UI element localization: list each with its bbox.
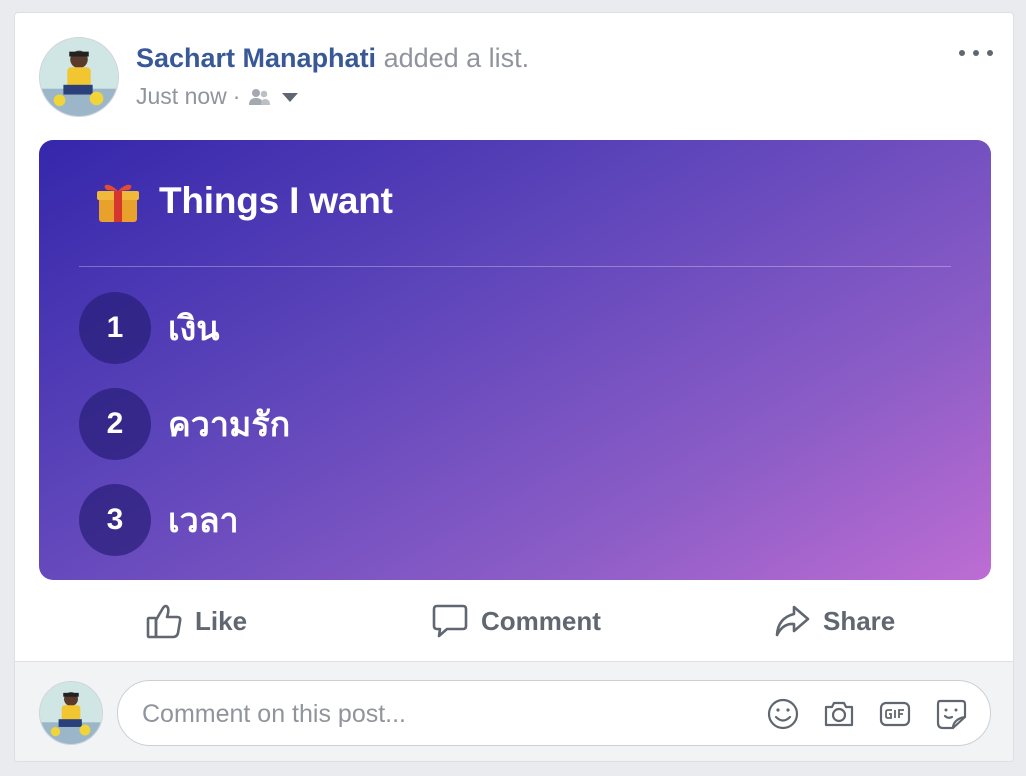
list-item-text: ความรัก: [168, 405, 291, 445]
list-item-number: 3: [79, 484, 151, 556]
thumbs-up-icon: [146, 604, 182, 639]
comment-composer: [15, 661, 1013, 761]
commenter-avatar[interactable]: [39, 681, 103, 745]
emoji-icon[interactable]: [766, 697, 800, 731]
post-actions: Like Comment Share: [15, 590, 1013, 660]
comment-input[interactable]: [140, 681, 704, 747]
list-item-text: เงิน: [168, 309, 220, 349]
author-name[interactable]: Sachart Manaphati: [136, 43, 376, 73]
comment-bubble-icon: [432, 604, 468, 638]
list-item: 1 เงิน: [79, 292, 290, 364]
gift-icon: [95, 178, 141, 224]
list-title: Things I want: [95, 178, 393, 224]
list-item-number: 2: [79, 388, 151, 460]
list-item: 3 เวลา: [79, 484, 290, 556]
list-item: 2 ความรัก: [79, 388, 290, 460]
list-item-text: เวลา: [168, 501, 239, 541]
composer-icons: [744, 697, 968, 731]
list-title-text: Things I want: [159, 180, 393, 221]
like-label: Like: [195, 605, 248, 636]
post-header: Sachart Manaphati added a list.: [136, 43, 529, 74]
gif-icon[interactable]: [878, 697, 912, 731]
post-meta: Just now ·: [136, 83, 300, 110]
list-item-number: 1: [79, 292, 151, 364]
list-card: Things I want 1 เงิน 2 ความรัก 3 เวลา: [39, 140, 991, 580]
author-avatar[interactable]: [39, 37, 119, 117]
comment-label: Comment: [481, 605, 601, 636]
chevron-down-icon: [282, 92, 299, 102]
more-options-icon[interactable]: [959, 41, 993, 65]
audience-selector[interactable]: [248, 87, 300, 107]
camera-icon[interactable]: [822, 697, 856, 731]
list-items: 1 เงิน 2 ความรัก 3 เวลา: [79, 292, 290, 580]
share-arrow-icon: [775, 605, 810, 637]
post-card: Sachart Manaphati added a list. Just now…: [14, 12, 1014, 762]
meta-separator: ·: [232, 83, 241, 109]
share-button[interactable]: Share: [773, 590, 895, 652]
like-button[interactable]: Like: [145, 590, 247, 652]
share-label: Share: [823, 605, 896, 636]
timestamp[interactable]: Just now: [136, 83, 227, 110]
post-action-text: added a list.: [383, 43, 530, 73]
comment-button[interactable]: Comment: [431, 590, 601, 652]
sticker-icon[interactable]: [934, 697, 968, 731]
friends-icon: [249, 88, 271, 105]
comment-box: [117, 680, 991, 747]
list-divider: [79, 266, 951, 267]
